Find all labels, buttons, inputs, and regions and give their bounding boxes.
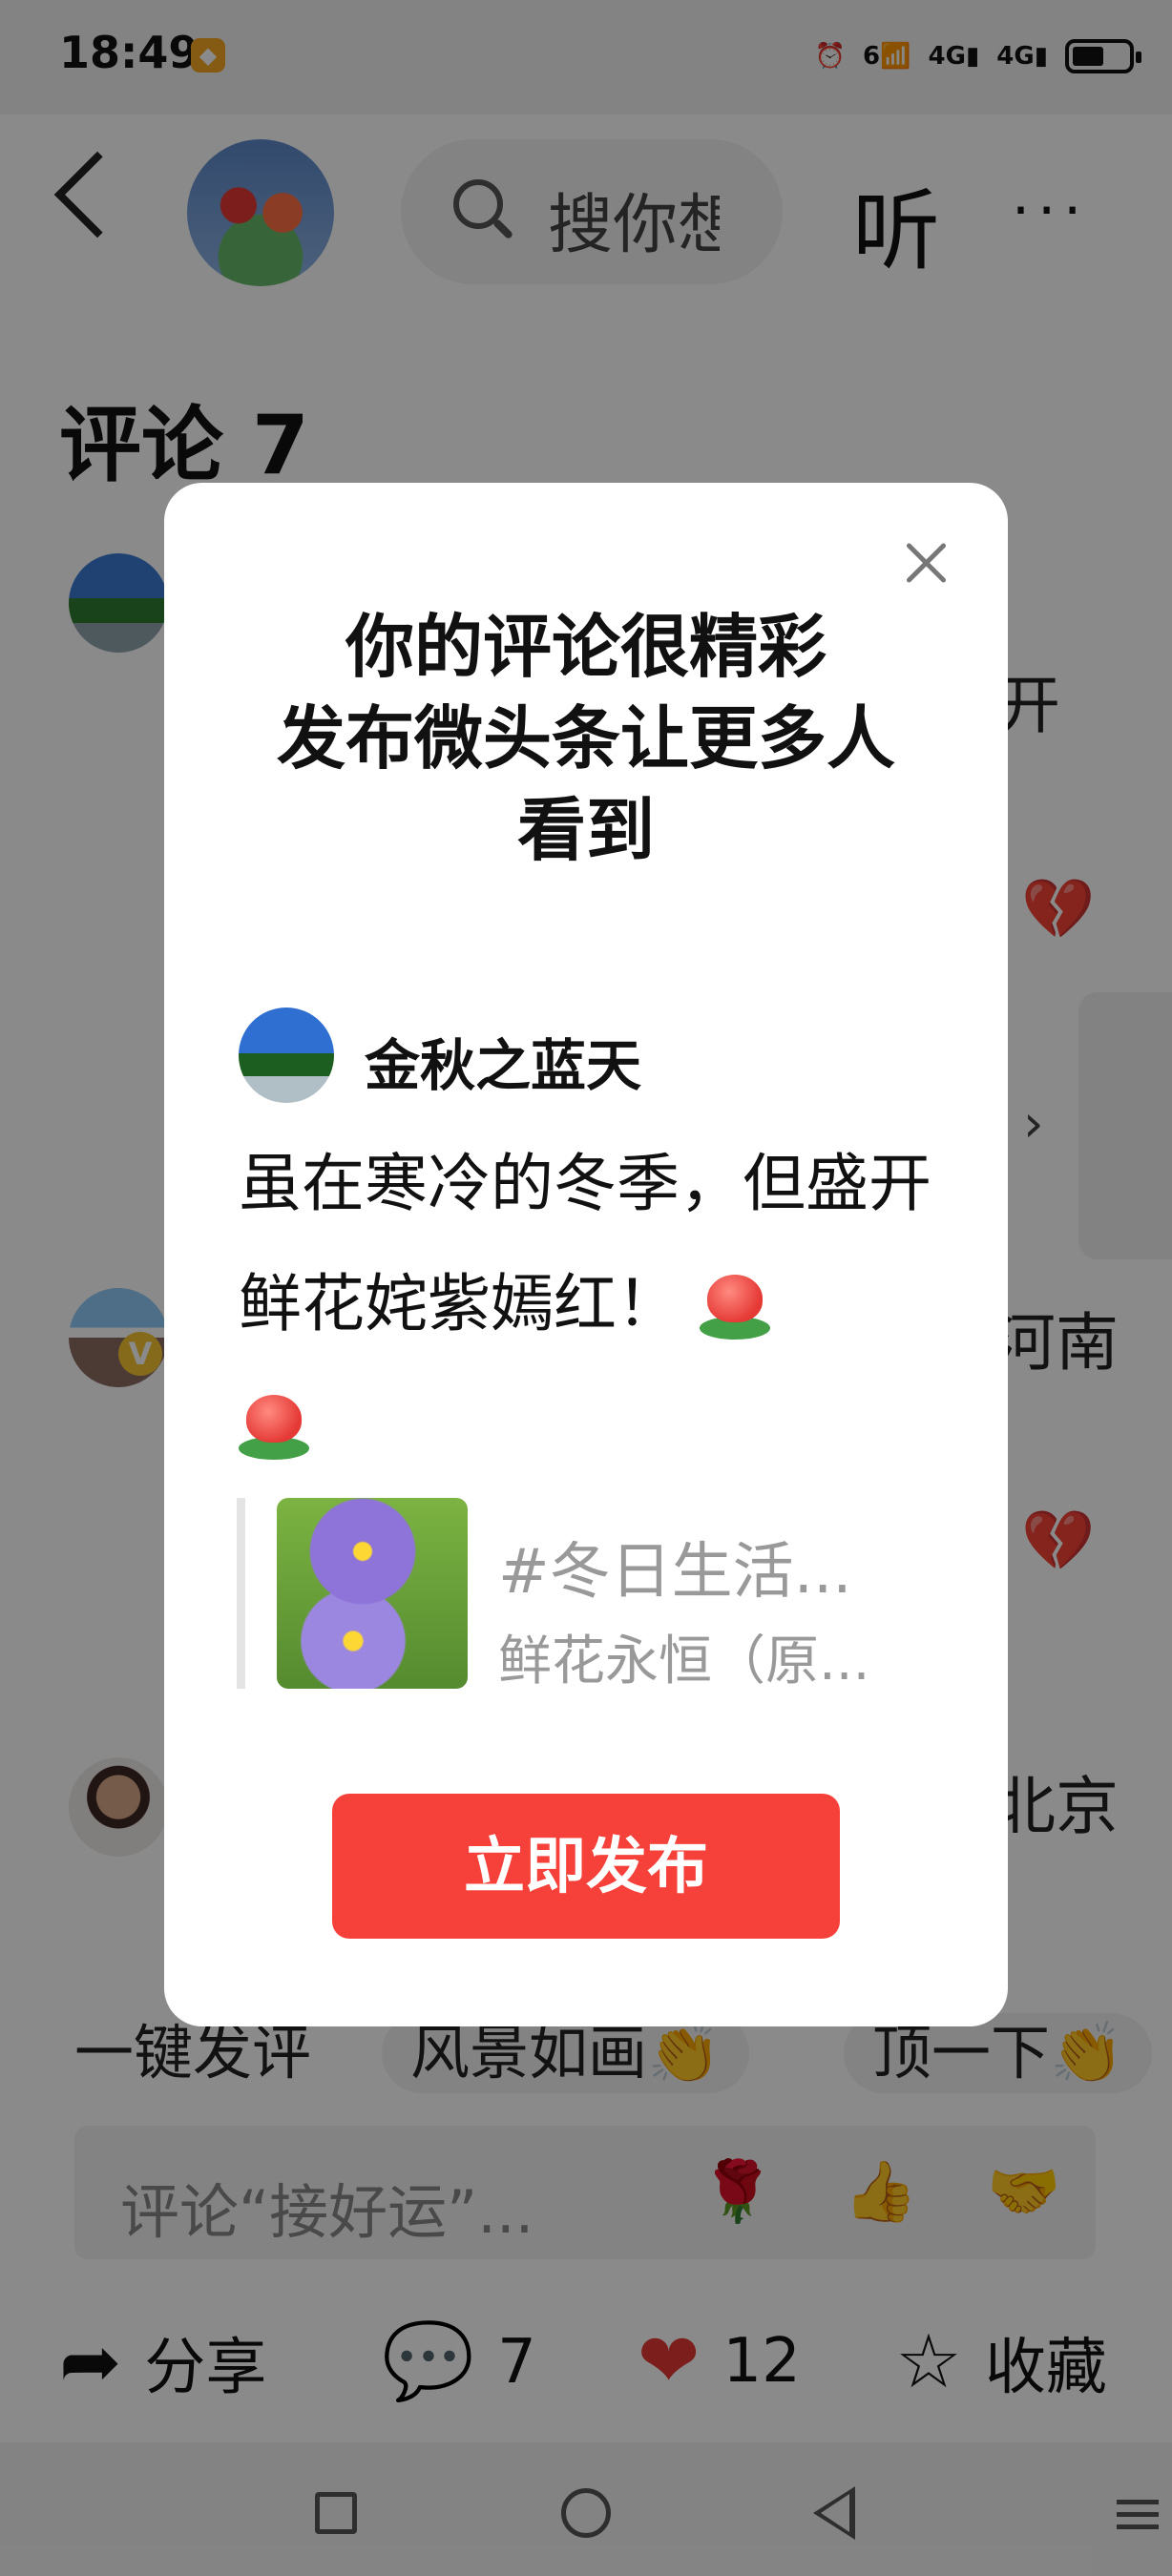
quoted-post-title: #冬日生活...: [498, 1537, 852, 1608]
dialog-title-line: 看到: [516, 790, 655, 870]
dialog-title-line: 发布微头条让更多人: [276, 698, 895, 779]
dialog-title: 你的评论很精彩 发布微头条让更多人 看到: [164, 601, 1008, 876]
quote-divider: [237, 1498, 245, 1689]
close-icon[interactable]: [905, 542, 947, 584]
quoted-post-thumbnail: [277, 1498, 468, 1689]
rose-emoji: [699, 1274, 770, 1341]
rose-emoji: [239, 1394, 309, 1462]
publish-button[interactable]: 立即发布: [332, 1794, 840, 1939]
quoted-post-subtitle: 鲜花永恒（原...: [498, 1631, 870, 1693]
user-name: 金秋之蓝天: [365, 1033, 642, 1098]
dialog-title-line: 你的评论很精彩: [345, 607, 827, 687]
user-avatar: [239, 1008, 334, 1103]
comment-text: 虽在寒冷的冬季，但盛开鲜花姹紫嫣红！: [239, 1147, 931, 1340]
comment-preview: 虽在寒冷的冬季，但盛开鲜花姹紫嫣红！: [239, 1124, 945, 1485]
